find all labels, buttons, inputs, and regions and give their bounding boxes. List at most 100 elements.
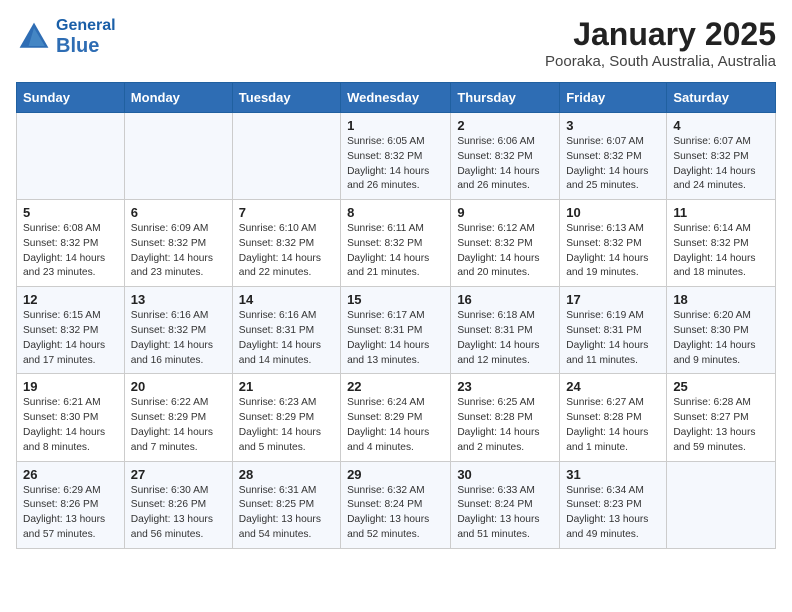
day-info: Sunrise: 6:28 AMSunset: 8:27 PMDaylight:… (673, 396, 769, 455)
day-number: 28 (239, 467, 334, 482)
day-info: Sunrise: 6:20 AMSunset: 8:30 PMDaylight:… (673, 309, 769, 368)
calendar-cell: 11 Sunrise: 6:14 AMSunset: 8:32 PMDayligh… (667, 200, 776, 287)
day-info: Sunrise: 6:21 AMSunset: 8:30 PMDaylight:… (23, 396, 118, 455)
day-info: Sunrise: 6:17 AMSunset: 8:31 PMDaylight:… (347, 309, 444, 368)
day-info: Sunrise: 6:27 AMSunset: 8:28 PMDaylight:… (566, 396, 660, 455)
day-info: Sunrise: 6:19 AMSunset: 8:31 PMDaylight:… (566, 309, 660, 368)
title-block: January 2025 Pooraka, South Australia, A… (545, 16, 776, 70)
calendar-cell: 16Sunrise: 6:18 AMSunset: 8:31 PMDayligh… (451, 287, 560, 374)
logo-blue: Blue (56, 35, 116, 57)
day-number: 29 (347, 467, 444, 482)
calendar-header-row: SundayMondayTuesdayWednesdayThursdayFrid… (17, 83, 776, 113)
calendar-cell: 9 Sunrise: 6:12 AMSunset: 8:32 PMDaylight… (451, 200, 560, 287)
calendar-cell (232, 113, 340, 200)
day-number: 21 (239, 379, 334, 394)
calendar-week-row: 5 Sunrise: 6:08 AMSunset: 8:32 PMDaylight… (17, 200, 776, 287)
calendar-cell: 3Sunrise: 6:07 AMSunset: 8:32 PMDaylight… (560, 113, 667, 200)
day-number: 8 (347, 205, 444, 220)
page-subtitle: Pooraka, South Australia, Australia (545, 53, 776, 70)
weekday-header: Wednesday (341, 83, 451, 113)
day-info: Sunrise: 6:16 AMSunset: 8:31 PMDaylight:… (239, 309, 334, 368)
logo: General Blue (16, 16, 116, 57)
day-number: 30 (457, 467, 553, 482)
calendar-cell: 14Sunrise: 6:16 AMSunset: 8:31 PMDayligh… (232, 287, 340, 374)
day-info: Sunrise: 6:22 AMSunset: 8:29 PMDaylight:… (131, 396, 226, 455)
day-number: 5 (23, 205, 118, 220)
calendar-cell: 30Sunrise: 6:33 AMSunset: 8:24 PMDayligh… (451, 461, 560, 548)
calendar-week-row: 1 Sunrise: 6:05 AMSunset: 8:32 PMDaylight… (17, 113, 776, 200)
calendar-cell: 27Sunrise: 6:30 AMSunset: 8:26 PMDayligh… (124, 461, 232, 548)
day-number: 17 (566, 292, 660, 307)
calendar-cell: 19 Sunrise: 6:21 AMSunset: 8:30 PMDayligh… (17, 374, 125, 461)
weekday-header: Friday (560, 83, 667, 113)
calendar-cell: 15 Sunrise: 6:17 AMSunset: 8:31 PMDayligh… (341, 287, 451, 374)
day-number: 11 (673, 205, 769, 220)
page-header: General Blue January 2025 Pooraka, South… (16, 16, 776, 70)
day-info: Sunrise: 6:07 AMSunset: 8:32 PMDaylight:… (673, 135, 769, 194)
calendar-cell: 31 Sunrise: 6:34 AMSunset: 8:23 PMDayligh… (560, 461, 667, 548)
calendar-cell: 20Sunrise: 6:22 AMSunset: 8:29 PMDayligh… (124, 374, 232, 461)
calendar-cell: 26 Sunrise: 6:29 AMSunset: 8:26 PMDayligh… (17, 461, 125, 548)
day-info: Sunrise: 6:16 AMSunset: 8:32 PMDaylight:… (131, 309, 226, 368)
day-info: Sunrise: 6:18 AMSunset: 8:31 PMDaylight:… (457, 309, 553, 368)
calendar-cell: 21Sunrise: 6:23 AMSunset: 8:29 PMDayligh… (232, 374, 340, 461)
calendar-cell: 24 Sunrise: 6:27 AMSunset: 8:28 PMDayligh… (560, 374, 667, 461)
calendar-cell: 5 Sunrise: 6:08 AMSunset: 8:32 PMDaylight… (17, 200, 125, 287)
weekday-header: Tuesday (232, 83, 340, 113)
day-number: 24 (566, 379, 660, 394)
page-title: January 2025 (545, 16, 776, 53)
day-info: Sunrise: 6:14 AMSunset: 8:32 PMDaylight:… (673, 222, 769, 281)
calendar-cell: 17 Sunrise: 6:19 AMSunset: 8:31 PMDayligh… (560, 287, 667, 374)
calendar-cell: 18 Sunrise: 6:20 AMSunset: 8:30 PMDayligh… (667, 287, 776, 374)
day-number: 25 (673, 379, 769, 394)
day-number: 31 (566, 467, 660, 482)
day-number: 2 (457, 118, 553, 133)
day-number: 12 (23, 292, 118, 307)
calendar-cell: 22 Sunrise: 6:24 AMSunset: 8:29 PMDayligh… (341, 374, 451, 461)
day-info: Sunrise: 6:12 AMSunset: 8:32 PMDaylight:… (457, 222, 553, 281)
day-info: Sunrise: 6:29 AMSunset: 8:26 PMDaylight:… (23, 484, 118, 543)
day-info: Sunrise: 6:13 AMSunset: 8:32 PMDaylight:… (566, 222, 660, 281)
day-info: Sunrise: 6:32 AMSunset: 8:24 PMDaylight:… (347, 484, 444, 543)
day-info: Sunrise: 6:31 AMSunset: 8:25 PMDaylight:… (239, 484, 334, 543)
day-info: Sunrise: 6:15 AMSunset: 8:32 PMDaylight:… (23, 309, 118, 368)
logo-general: General (56, 16, 116, 35)
day-number: 13 (131, 292, 226, 307)
day-info: Sunrise: 6:10 AMSunset: 8:32 PMDaylight:… (239, 222, 334, 281)
day-info: Sunrise: 6:08 AMSunset: 8:32 PMDaylight:… (23, 222, 118, 281)
day-number: 22 (347, 379, 444, 394)
day-info: Sunrise: 6:30 AMSunset: 8:26 PMDaylight:… (131, 484, 226, 543)
calendar-cell: 6Sunrise: 6:09 AMSunset: 8:32 PMDaylight… (124, 200, 232, 287)
day-number: 1 (347, 118, 444, 133)
weekday-header: Thursday (451, 83, 560, 113)
day-number: 15 (347, 292, 444, 307)
day-number: 23 (457, 379, 553, 394)
weekday-header: Saturday (667, 83, 776, 113)
day-info: Sunrise: 6:34 AMSunset: 8:23 PMDaylight:… (566, 484, 660, 543)
calendar-week-row: 26 Sunrise: 6:29 AMSunset: 8:26 PMDayligh… (17, 461, 776, 548)
day-number: 4 (673, 118, 769, 133)
day-number: 18 (673, 292, 769, 307)
calendar-cell: 8 Sunrise: 6:11 AMSunset: 8:32 PMDaylight… (341, 200, 451, 287)
day-info: Sunrise: 6:05 AMSunset: 8:32 PMDaylight:… (347, 135, 444, 194)
calendar-cell: 23 Sunrise: 6:25 AMSunset: 8:28 PMDayligh… (451, 374, 560, 461)
day-info: Sunrise: 6:11 AMSunset: 8:32 PMDaylight:… (347, 222, 444, 281)
calendar-cell: 29 Sunrise: 6:32 AMSunset: 8:24 PMDayligh… (341, 461, 451, 548)
day-info: Sunrise: 6:24 AMSunset: 8:29 PMDaylight:… (347, 396, 444, 455)
calendar-cell: 4 Sunrise: 6:07 AMSunset: 8:32 PMDaylight… (667, 113, 776, 200)
calendar-cell: 25 Sunrise: 6:28 AMSunset: 8:27 PMDayligh… (667, 374, 776, 461)
day-info: Sunrise: 6:06 AMSunset: 8:32 PMDaylight:… (457, 135, 553, 194)
logo-icon (16, 19, 52, 55)
day-number: 19 (23, 379, 118, 394)
calendar-cell: 13 Sunrise: 6:16 AMSunset: 8:32 PMDayligh… (124, 287, 232, 374)
day-info: Sunrise: 6:09 AMSunset: 8:32 PMDaylight:… (131, 222, 226, 281)
calendar-week-row: 12 Sunrise: 6:15 AMSunset: 8:32 PMDayligh… (17, 287, 776, 374)
day-number: 9 (457, 205, 553, 220)
day-number: 10 (566, 205, 660, 220)
day-number: 3 (566, 118, 660, 133)
weekday-header: Monday (124, 83, 232, 113)
weekday-header: Sunday (17, 83, 125, 113)
day-number: 26 (23, 467, 118, 482)
calendar-cell: 12 Sunrise: 6:15 AMSunset: 8:32 PMDayligh… (17, 287, 125, 374)
day-info: Sunrise: 6:25 AMSunset: 8:28 PMDaylight:… (457, 396, 553, 455)
